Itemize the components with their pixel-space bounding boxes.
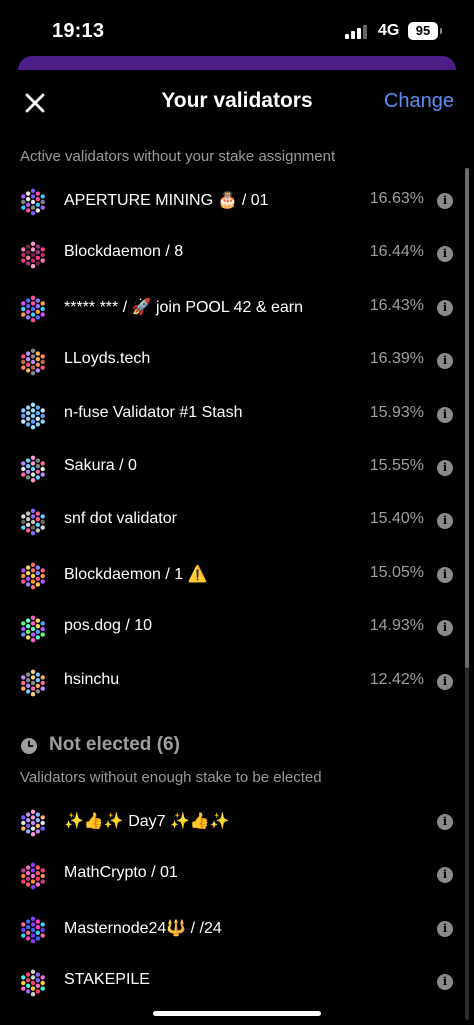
validator-row[interactable]: ✨👍✨ Day7 ✨👍✨ i bbox=[0, 796, 474, 849]
validator-name: LLoyds.tech bbox=[64, 350, 151, 368]
validator-name: STAKEPILE bbox=[64, 971, 150, 989]
validator-avatar bbox=[19, 969, 47, 997]
validator-row[interactable]: STAKEPILE i bbox=[0, 956, 474, 1009]
identicon-icon bbox=[21, 969, 45, 997]
info-icon[interactable]: i bbox=[437, 566, 453, 583]
validator-row[interactable]: ***** *** / 🚀 join POOL 42 & earn 16.43% i bbox=[0, 282, 474, 335]
validator-commission: 16.39% bbox=[369, 350, 424, 368]
validator-commission: 16.63% bbox=[369, 190, 424, 207]
info-icon[interactable]: i bbox=[437, 673, 453, 690]
validator-name: Sakura / 0 bbox=[64, 457, 137, 474]
validator-row[interactable]: LLoyds.tech 16.39% i bbox=[0, 335, 474, 388]
home-indicator[interactable] bbox=[153, 1011, 321, 1016]
validator-avatar bbox=[19, 615, 47, 643]
validator-name: APERTURE MINING 🎂 / 01 bbox=[64, 192, 269, 209]
network-type: 4G bbox=[378, 22, 400, 39]
info-icon[interactable]: i bbox=[437, 460, 453, 476]
validator-row[interactable]: hsinchu 12.42% i bbox=[0, 656, 474, 709]
validator-row[interactable]: n-fuse Validator #1 Stash 15.93% i bbox=[0, 389, 474, 442]
validator-name: Blockdaemon / 1 ⚠️ bbox=[64, 565, 208, 583]
validator-row[interactable]: snf dot validator 15.40% i bbox=[0, 495, 474, 548]
validator-row[interactable]: Sakura / 0 15.55% i bbox=[0, 442, 474, 495]
identicon-icon bbox=[21, 809, 45, 837]
info-icon[interactable]: i bbox=[437, 299, 453, 316]
not-elected-description: Validators without enough stake to be el… bbox=[20, 769, 322, 786]
signal-icon bbox=[345, 25, 371, 39]
identicon-icon bbox=[21, 402, 45, 429]
validator-commission: 16.44% bbox=[369, 243, 424, 261]
identicon-icon bbox=[21, 455, 45, 483]
validator-name: ***** *** / 🚀 join POOL 42 & earn bbox=[64, 298, 304, 316]
identicon-icon bbox=[21, 295, 45, 323]
validator-row[interactable]: MathCrypto / 01 i bbox=[0, 849, 474, 902]
validator-avatar bbox=[19, 241, 47, 269]
identicon-icon bbox=[21, 669, 45, 696]
identicon-icon bbox=[21, 615, 45, 643]
info-icon[interactable]: i bbox=[437, 246, 453, 263]
validator-row[interactable]: Blockdaemon / 1 ⚠️ 15.05% i bbox=[0, 549, 474, 602]
info-icon[interactable]: i bbox=[437, 353, 453, 370]
info-icon[interactable]: i bbox=[437, 406, 453, 423]
status-bar: 19:13 4G 95 bbox=[0, 0, 474, 58]
identicon-icon bbox=[21, 916, 45, 944]
validator-name: Blockdaemon / 8 bbox=[64, 243, 184, 261]
identicon-icon bbox=[21, 348, 45, 376]
validator-avatar bbox=[19, 809, 47, 837]
validator-row[interactable]: Blockdaemon / 8 16.44% i bbox=[0, 228, 474, 281]
battery-icon: 95 bbox=[408, 22, 438, 40]
validator-commission: 16.43% bbox=[369, 296, 424, 314]
battery-tip bbox=[440, 28, 442, 34]
active-section-description: Active validators without your stake ass… bbox=[20, 148, 336, 165]
validator-row[interactable]: pos.dog / 10 14.93% i bbox=[0, 602, 474, 655]
validator-row[interactable]: Masternode24🔱 / /24 i bbox=[0, 903, 474, 956]
validator-avatar bbox=[19, 348, 47, 376]
info-icon[interactable]: i bbox=[437, 513, 453, 530]
info-icon[interactable]: i bbox=[437, 193, 453, 209]
validator-avatar bbox=[19, 669, 47, 697]
status-time: 19:13 bbox=[52, 20, 105, 42]
validator-avatar bbox=[19, 295, 47, 323]
validator-commission: 15.40% bbox=[369, 510, 424, 528]
scrollbar-thumb[interactable] bbox=[465, 168, 469, 668]
validator-name: hsinchu bbox=[64, 670, 120, 688]
validator-commission: 15.93% bbox=[369, 403, 424, 421]
clock-icon bbox=[21, 738, 37, 754]
info-icon[interactable]: i bbox=[437, 920, 453, 937]
validator-avatar bbox=[19, 455, 47, 483]
validator-avatar bbox=[19, 508, 47, 536]
validator-name: pos.dog / 10 bbox=[64, 617, 153, 635]
scrollbar[interactable] bbox=[465, 168, 469, 1020]
validator-name: snf dot validator bbox=[64, 510, 177, 528]
not-elected-title: Not elected (6) bbox=[49, 734, 180, 755]
info-icon[interactable]: i bbox=[437, 620, 453, 637]
validator-commission: 12.42% bbox=[369, 670, 424, 688]
validator-avatar bbox=[19, 916, 47, 944]
validator-name: n-fuse Validator #1 Stash bbox=[64, 403, 243, 421]
validator-commission: 15.05% bbox=[369, 563, 424, 581]
identicon-icon bbox=[21, 188, 45, 216]
identicon-icon bbox=[21, 241, 45, 269]
validator-avatar bbox=[19, 862, 47, 890]
validator-avatar bbox=[19, 402, 47, 430]
identicon-icon bbox=[21, 508, 45, 536]
info-icon[interactable]: i bbox=[437, 974, 453, 991]
validator-avatar bbox=[19, 188, 47, 216]
change-button[interactable]: Change bbox=[384, 90, 454, 113]
info-icon[interactable]: i bbox=[437, 814, 453, 830]
validator-name: MathCrypto / 01 bbox=[64, 864, 178, 882]
info-icon[interactable]: i bbox=[437, 867, 453, 884]
identicon-icon bbox=[21, 862, 45, 890]
validator-name: Masternode24🔱 / /24 bbox=[64, 919, 222, 937]
validator-avatar bbox=[19, 562, 47, 590]
validator-name: ✨👍✨ Day7 ✨👍✨ bbox=[64, 813, 230, 830]
validator-commission: 14.93% bbox=[369, 617, 424, 635]
validator-commission: 15.55% bbox=[369, 457, 424, 474]
validator-row[interactable]: APERTURE MINING 🎂 / 01 16.63% i bbox=[0, 175, 474, 228]
identicon-icon bbox=[21, 562, 45, 590]
